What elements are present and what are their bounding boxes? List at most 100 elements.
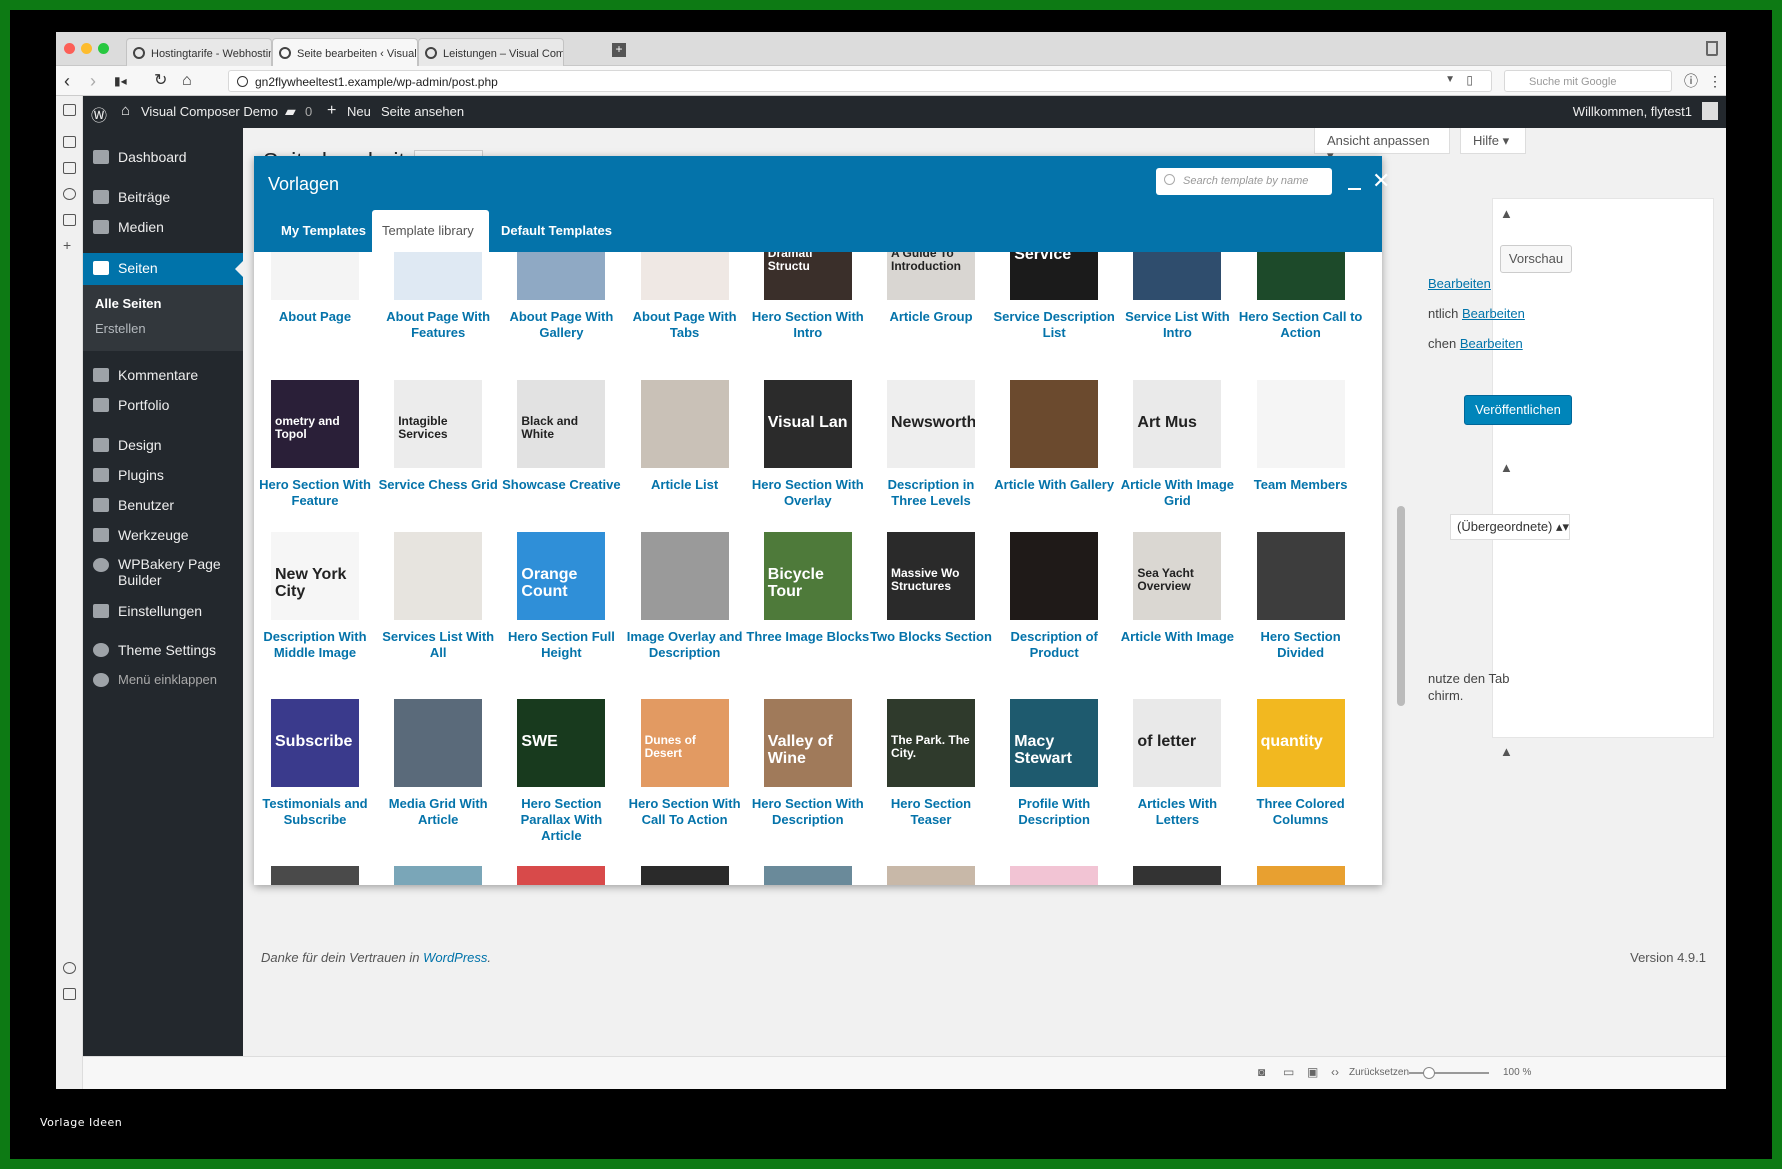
submenu-all-pages[interactable]: Alle Seiten (95, 296, 161, 311)
template-thumbnail[interactable]: Dunes of Desert (640, 699, 729, 787)
template-name[interactable]: Article Group (869, 309, 993, 325)
history-icon[interactable] (63, 188, 76, 200)
template-card[interactable]: quantity Three Colored Columns (1239, 699, 1363, 828)
template-thumbnail[interactable]: of letter (1133, 699, 1222, 787)
zoom-window-button[interactable] (98, 43, 109, 54)
template-thumbnail[interactable] (394, 532, 483, 620)
template-thumbnail[interactable] (640, 866, 729, 885)
template-thumbnail[interactable] (1256, 532, 1345, 620)
chevron-down-icon[interactable]: ▼ (1445, 74, 1455, 85)
info-icon[interactable]: ⓘ (1684, 71, 1698, 91)
publish-button[interactable]: Veröffentlichen (1464, 395, 1572, 425)
template-name[interactable]: Showcase Creative (499, 477, 623, 493)
template-card[interactable]: Sea Yacht Overview Article With Image (1115, 532, 1239, 645)
menu-item-design[interactable]: Design (83, 430, 243, 462)
template-card[interactable]: Black and White Showcase Creative (499, 380, 623, 493)
zoom-reset-label[interactable]: Zurücksetzen (1349, 1067, 1409, 1078)
template-name[interactable]: Description With Middle Image (254, 629, 377, 661)
template-card[interactable]: Newsworthin Description in Three Levels (869, 380, 993, 509)
template-thumbnail[interactable] (640, 380, 729, 468)
template-card[interactable]: Service List With Intro (1115, 252, 1239, 341)
zoom-slider-handle[interactable] (1423, 1067, 1435, 1079)
template-card[interactable]: Orange Count Hero Section Full Height (499, 532, 623, 661)
template-name[interactable]: Service Description List (992, 309, 1116, 341)
template-card[interactable]: Intagible Services Service Chess Grid (376, 380, 500, 493)
template-thumbnail[interactable]: Newsworthin (887, 380, 975, 468)
template-name[interactable]: Profile With Description (992, 796, 1116, 828)
template-card[interactable]: A Guide To Introduction Article Group (869, 252, 993, 325)
template-card[interactable]: About Page With Tabs (623, 252, 747, 341)
template-card[interactable]: SWE Hero Section Parallax With Article (499, 699, 623, 844)
template-card[interactable] (376, 866, 500, 885)
template-name[interactable]: Hero Section With Feature (254, 477, 377, 509)
template-name[interactable]: Article List (623, 477, 747, 493)
back-icon[interactable]: ‹ (64, 71, 70, 91)
template-name[interactable]: Two Blocks Section (869, 629, 993, 645)
template-name[interactable]: Description in Three Levels (869, 477, 993, 509)
wordpress-link[interactable]: WordPress (423, 950, 487, 965)
image-icon[interactable]: ▣ (1307, 1065, 1318, 1079)
template-card[interactable]: Visual Lan Hero Section With Overlay (746, 380, 870, 509)
template-card[interactable]: Article List (623, 380, 747, 493)
minimize-icon[interactable] (1348, 188, 1361, 190)
browser-tab-2[interactable]: Seite bearbeiten ‹ Visual Com (272, 38, 418, 66)
template-thumbnail[interactable] (1256, 380, 1345, 468)
template-card[interactable]: New York City Description With Middle Ima… (254, 532, 377, 661)
template-thumbnail[interactable]: SWE (517, 699, 606, 787)
template-thumbnail[interactable]: Massive Wo Structures (887, 532, 975, 620)
template-thumbnail[interactable]: A Guide To Introduction (887, 252, 975, 300)
comments-count[interactable]: 0 (305, 104, 312, 119)
template-thumbnail[interactable]: Dramati Structu (763, 252, 852, 300)
template-thumbnail[interactable] (1010, 380, 1099, 468)
add-panel-icon[interactable]: + (63, 238, 76, 252)
close-window-button[interactable] (64, 43, 75, 54)
template-card[interactable]: Dramati Structu Hero Section With Intro (746, 252, 870, 341)
template-thumbnail[interactable] (1133, 252, 1222, 300)
template-card[interactable]: Description of Product (992, 532, 1116, 661)
template-card[interactable]: Service Service Description List (992, 252, 1116, 341)
template-thumbnail[interactable] (271, 866, 359, 885)
template-thumbnail[interactable]: Orange Count (517, 532, 606, 620)
template-name[interactable]: Article With Image (1115, 629, 1239, 645)
template-name[interactable]: Hero Section Divided (1239, 629, 1363, 661)
template-name[interactable]: About Page (254, 309, 377, 325)
view-page-link[interactable]: Seite ansehen (381, 104, 464, 119)
template-name[interactable]: Hero Section Full Height (499, 629, 623, 661)
template-thumbnail[interactable]: Black and White (517, 380, 606, 468)
status-edit-link[interactable]: Bearbeiten (1428, 276, 1491, 291)
template-card[interactable] (254, 866, 377, 885)
reload-icon[interactable]: ↻ (154, 71, 167, 91)
template-name[interactable]: Hero Section With Intro (746, 309, 870, 341)
template-thumbnail[interactable]: New York City (271, 532, 359, 620)
template-thumbnail[interactable] (271, 252, 359, 300)
new-content-link[interactable]: Neu (347, 104, 371, 119)
browser-search-input[interactable]: Suche mit Google (1504, 70, 1672, 92)
settings-gear-icon[interactable] (63, 962, 76, 974)
template-card[interactable] (746, 866, 870, 885)
template-card[interactable]: Hero Section Divided (1239, 532, 1363, 661)
visibility-edit-link[interactable]: Bearbeiten (1462, 306, 1525, 321)
menu-dots-icon[interactable]: ⋮ (1708, 71, 1722, 91)
template-name[interactable]: Three Image Blocks (746, 629, 870, 645)
template-name[interactable]: About Page With Gallery (499, 309, 623, 341)
template-card[interactable]: Macy Stewart Profile With Description (992, 699, 1116, 828)
template-card[interactable]: Services List With All (376, 532, 500, 661)
date-edit-link[interactable]: Bearbeiten (1460, 336, 1523, 351)
template-card[interactable] (623, 866, 747, 885)
template-thumbnail[interactable] (763, 866, 852, 885)
template-card[interactable]: About Page (254, 252, 377, 325)
preview-button[interactable]: Vorschau (1500, 245, 1572, 273)
minimize-window-button[interactable] (81, 43, 92, 54)
template-thumbnail[interactable]: Intagible Services (394, 380, 483, 468)
template-thumbnail[interactable] (887, 866, 975, 885)
welcome-user-link[interactable]: Willkommen, flytest1 (1573, 104, 1692, 119)
template-name[interactable]: Image Overlay and Description (623, 629, 747, 661)
template-name[interactable]: Hero Section Call to Action (1239, 309, 1363, 341)
template-thumbnail[interactable]: Macy Stewart (1010, 699, 1099, 787)
collapse-menu-button[interactable]: Menü einklappen (83, 665, 243, 697)
close-icon[interactable]: ✕ (1372, 170, 1390, 192)
template-card[interactable]: The Park. The City. Hero Section Teaser (869, 699, 993, 828)
template-thumbnail[interactable]: The Park. The City. (887, 699, 975, 787)
template-name[interactable]: Service List With Intro (1115, 309, 1239, 341)
template-thumbnail[interactable] (1256, 252, 1345, 300)
